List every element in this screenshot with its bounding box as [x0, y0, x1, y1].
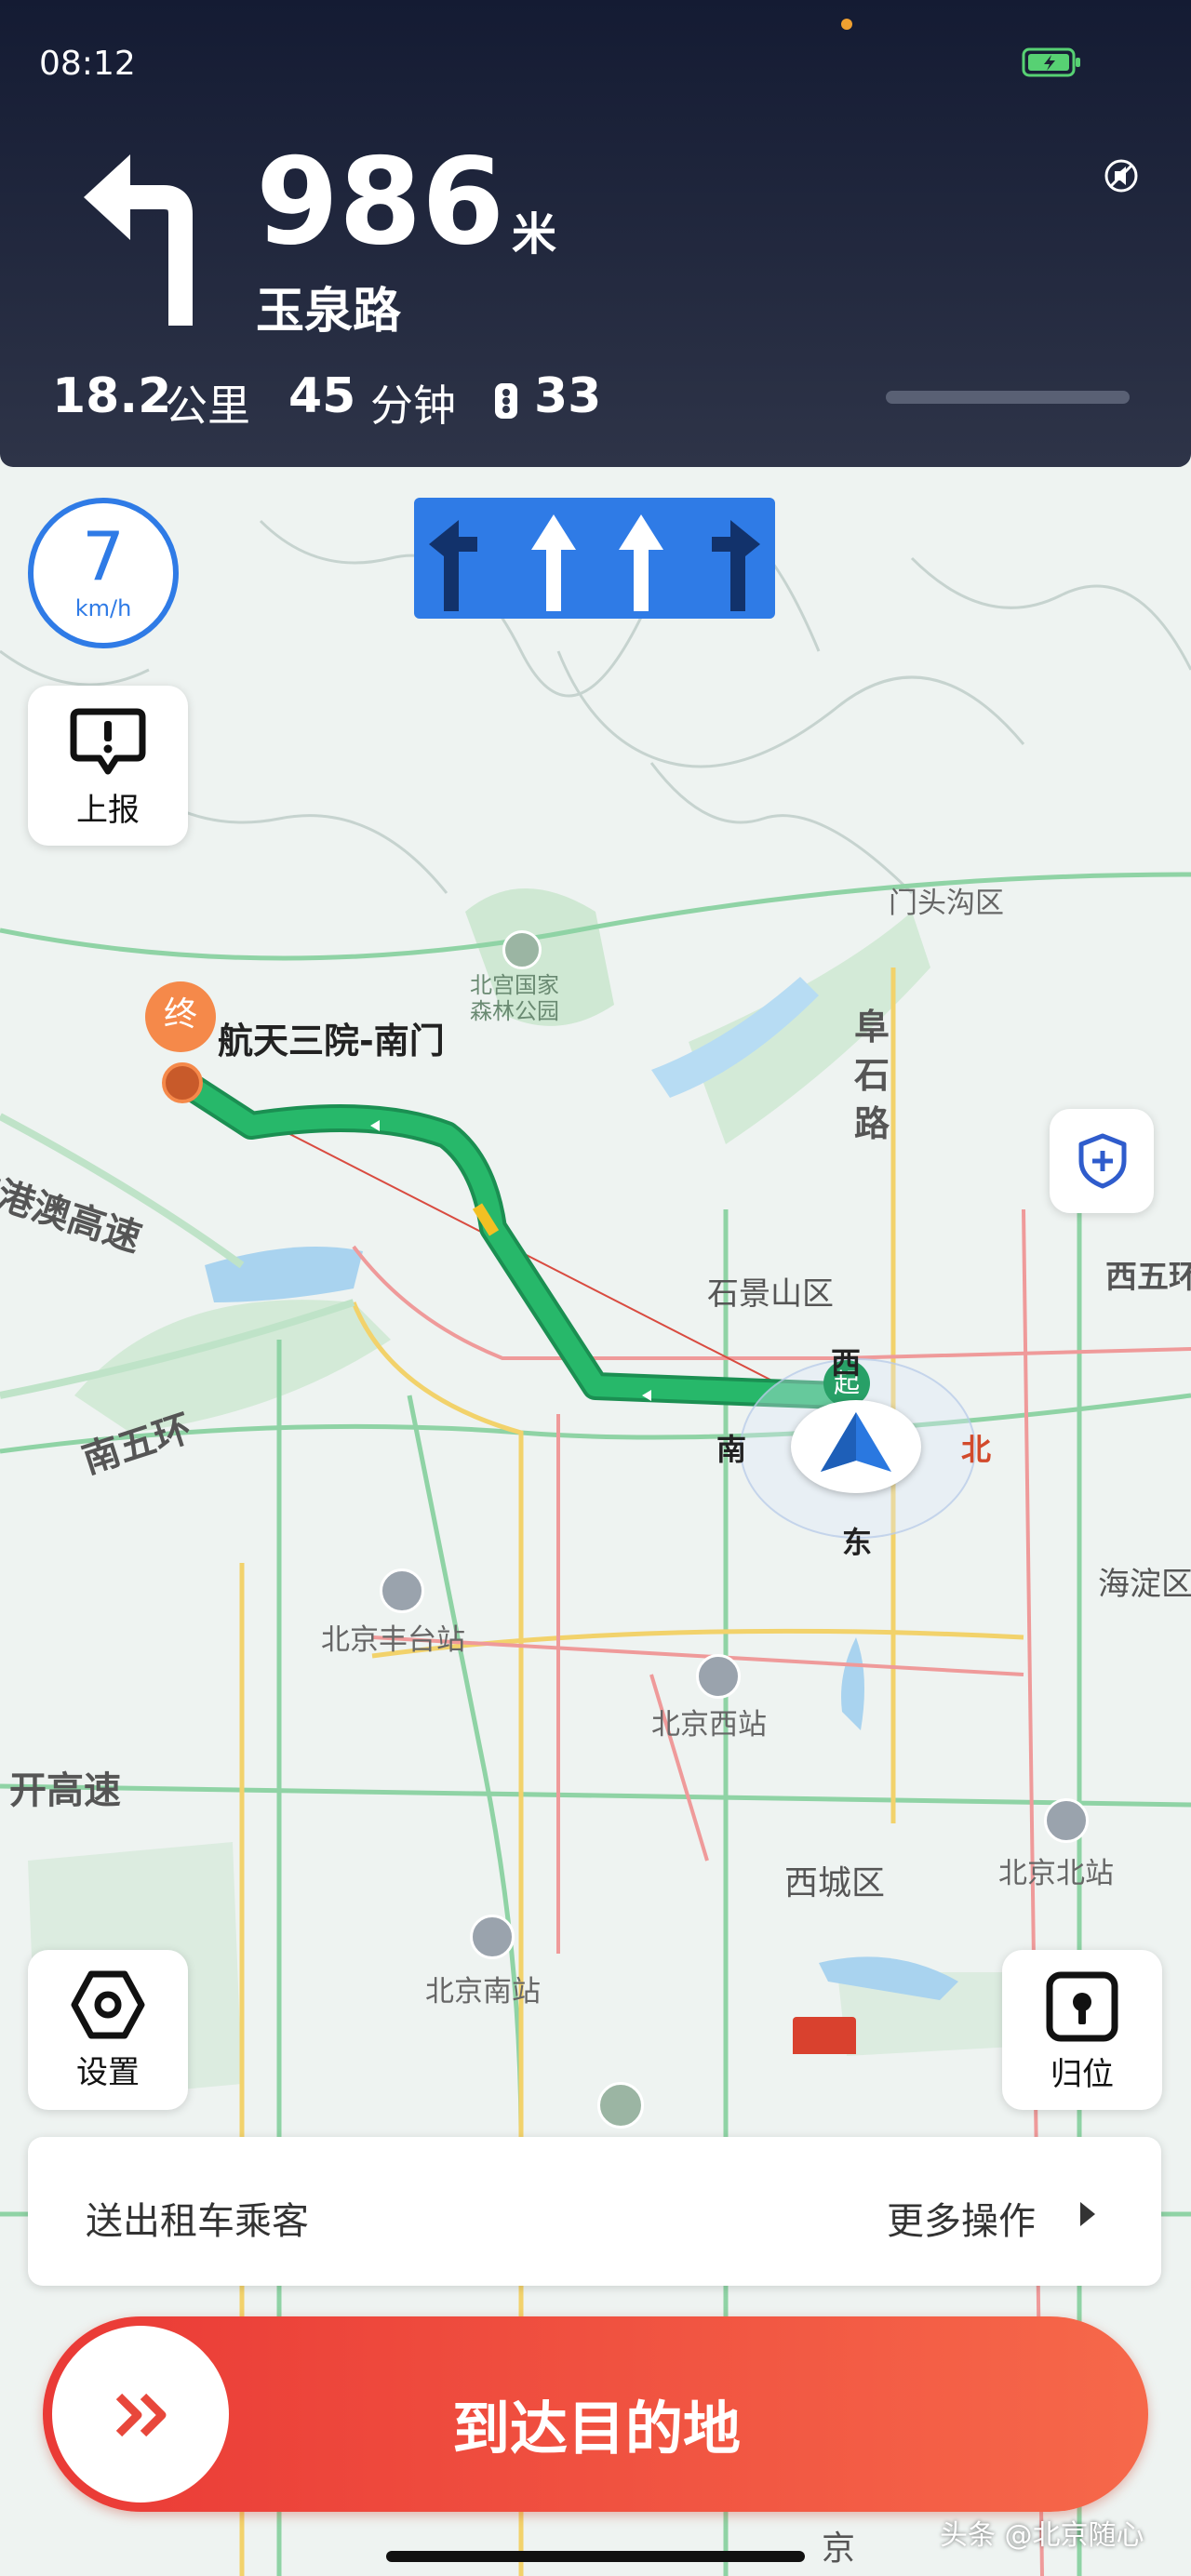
- traffic-light-icon: [495, 383, 517, 419]
- label-xiwuhuan: 西五环: [1105, 1259, 1191, 1296]
- label-fengtai-station: 北京丰台站: [321, 1623, 465, 1657]
- more-actions-button[interactable]: 更多操作: [887, 2191, 1036, 2245]
- destination-badge: 终: [145, 981, 216, 1052]
- action-bar: 送出租车乘客 更多操作: [28, 2137, 1161, 2286]
- safety-shield-button[interactable]: [1050, 1109, 1154, 1213]
- destination-name: 航天三院-南门: [218, 1021, 445, 1061]
- traffic-light-count: 33: [534, 368, 602, 424]
- drop-off-passenger-button[interactable]: 送出租车乘客: [86, 2191, 309, 2245]
- label-fushi-road: 阜 石 路: [854, 1007, 890, 1144]
- report-icon: [70, 708, 146, 775]
- arrive-label: 到达目的地: [452, 2395, 742, 2463]
- chevron-right-icon: [1080, 2202, 1095, 2226]
- traffic-progress-bar: [886, 391, 1130, 404]
- recenter-label: 归位: [1050, 2056, 1114, 2093]
- compass-south: 南: [716, 1432, 747, 1467]
- label-partial-jing: 京: [822, 2529, 856, 2568]
- remaining-time-unit: 分钟: [370, 380, 456, 431]
- label-kai-highway: 开高速: [9, 1769, 121, 1812]
- compass-north: 北: [961, 1432, 992, 1467]
- remaining-distance: 18.2: [52, 368, 172, 424]
- recenter-icon: [1046, 1971, 1118, 2042]
- label-xicheng: 西城区: [784, 1864, 886, 1902]
- settings-icon: [71, 1970, 145, 2039]
- report-button[interactable]: 上报: [28, 686, 188, 846]
- label-west-station: 北京西站: [651, 1708, 767, 1742]
- station-icon: [380, 1568, 424, 1613]
- station-icon: [470, 1915, 515, 1959]
- double-chevron-icon: [115, 2393, 167, 2437]
- turn-distance-unit: 米: [512, 208, 557, 260]
- report-label: 上报: [76, 792, 140, 829]
- label-shijingshan: 石景山区: [707, 1275, 834, 1313]
- shield-icon: [1078, 1133, 1127, 1189]
- remaining-distance-unit: 公里: [165, 380, 250, 431]
- lane-arrows-icon: [429, 514, 760, 611]
- navigation-arrow-icon: [821, 1412, 891, 1472]
- status-dot: [841, 19, 852, 30]
- park-poi-icon: [502, 930, 542, 969]
- station-icon: [696, 1654, 741, 1699]
- label-north-station: 北京北站: [998, 1857, 1114, 1890]
- tiananmen-icon: [793, 2017, 856, 2054]
- sound-icon[interactable]: [1104, 158, 1139, 194]
- station-icon: [1044, 1798, 1089, 1843]
- label-mentougou: 门头沟区: [889, 887, 1004, 920]
- speed-unit: km/h: [74, 595, 132, 621]
- destination-pin-icon: [162, 1062, 203, 1103]
- lane-guidance-panel: [414, 498, 775, 619]
- settings-label: 设置: [76, 2054, 140, 2091]
- remaining-time: 45: [288, 368, 356, 424]
- compass-west: 西: [831, 1345, 862, 1381]
- speed-indicator: 7 km/h: [28, 498, 179, 648]
- watermark: 头条 @北京随心: [940, 2519, 1144, 2552]
- road-name: 玉泉路: [256, 284, 402, 340]
- compass-east: 东: [842, 1525, 873, 1560]
- label-haidian: 海淀区: [1098, 1566, 1191, 1603]
- label-park: 北宫国家 森林公园: [470, 972, 559, 1024]
- home-indicator: [386, 2551, 805, 2562]
- turn-left-arrow-icon: [84, 154, 193, 326]
- status-time: 08:12: [39, 45, 136, 83]
- arrive-destination-button[interactable]: 到达目的地: [43, 2316, 1148, 2512]
- settings-button[interactable]: 设置: [28, 1950, 188, 2110]
- label-south-station: 北京南站: [425, 1975, 541, 2009]
- battery-icon: [1022, 47, 1080, 77]
- recenter-button[interactable]: 归位: [1002, 1950, 1162, 2110]
- speed-value: 7: [82, 517, 125, 595]
- turn-distance: 986: [256, 133, 505, 272]
- navigation-header: 08:12 986 米 玉泉路 18.2 公里 45 分钟 33: [0, 0, 1191, 467]
- arrive-knob[interactable]: [52, 2326, 229, 2503]
- poi-icon: [597, 2082, 644, 2129]
